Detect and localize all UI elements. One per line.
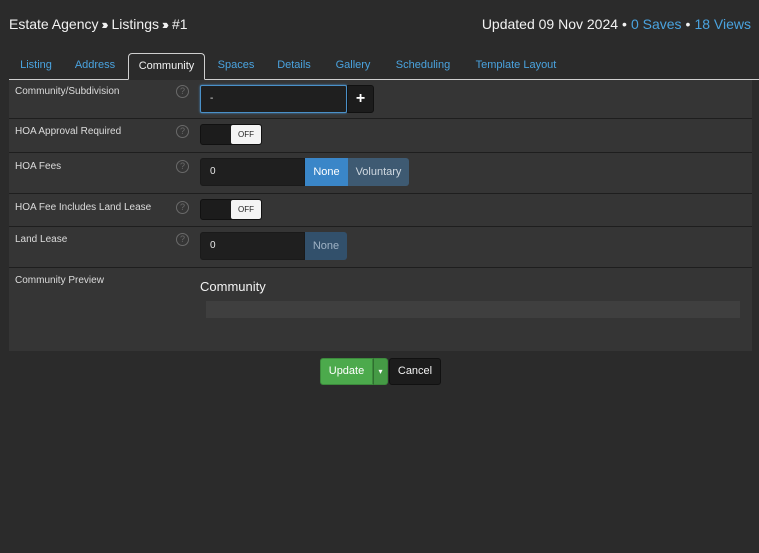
tab-bar: Listing Address Community Spaces Details…	[9, 53, 759, 80]
tab-scheduling[interactable]: Scheduling	[390, 53, 456, 78]
community-preview-title: Community	[200, 279, 266, 294]
cancel-button[interactable]: Cancel	[389, 358, 441, 385]
help-icon[interactable]: ?	[176, 85, 189, 98]
breadcrumb-section[interactable]: Listings	[112, 16, 159, 32]
bullet-separator: •	[622, 16, 627, 32]
help-icon[interactable]: ?	[176, 125, 189, 138]
help-icon[interactable]: ?	[176, 201, 189, 214]
community-row: Community/Subdivision ? - +	[9, 80, 752, 119]
hoa-approval-row: HOA Approval Required ? OFF	[9, 119, 752, 153]
hoa-land-lease-label: HOA Fee Includes Land Lease	[15, 202, 152, 213]
breadcrumb: Estate Agency ››› Listings ››› #1	[9, 16, 188, 32]
update-button[interactable]: Update	[320, 358, 373, 385]
hoa-approval-toggle[interactable]: OFF	[200, 124, 262, 145]
community-input[interactable]: -	[200, 85, 347, 113]
help-icon[interactable]: ?	[176, 160, 189, 173]
hoa-fees-input[interactable]: 0	[200, 158, 305, 186]
chevron-double-right-icon: ›››	[161, 17, 169, 32]
hoa-fees-row: HOA Fees ? 0 None Voluntary	[9, 153, 752, 194]
community-preview-label: Community Preview	[15, 275, 104, 286]
views-link[interactable]: 18 Views	[694, 16, 751, 32]
hoa-fees-option-voluntary[interactable]: Voluntary	[348, 158, 409, 186]
tab-gallery[interactable]: Gallery	[330, 53, 376, 78]
page-header: Estate Agency ››› Listings ››› #1 Updated 09…	[9, 14, 751, 36]
tab-address[interactable]: Address	[67, 53, 123, 78]
hoa-fees-label: HOA Fees	[15, 161, 62, 172]
land-lease-option-none[interactable]: None	[305, 232, 347, 260]
help-icon[interactable]: ?	[176, 233, 189, 246]
listing-meta: Updated 09 Nov 2024 • 0 Saves • 18 Views	[482, 16, 751, 32]
chevron-double-right-icon: ›››	[101, 17, 109, 32]
community-label: Community/Subdivision	[15, 86, 120, 97]
tab-template-layout[interactable]: Template Layout	[470, 53, 562, 78]
updated-date: Updated 09 Nov 2024	[481, 16, 619, 32]
add-community-button[interactable]: +	[347, 85, 374, 113]
tab-spaces[interactable]: Spaces	[211, 53, 261, 78]
bullet-separator: •	[685, 16, 691, 32]
hoa-fees-option-none[interactable]: None	[305, 158, 348, 186]
breadcrumb-root[interactable]: Estate Agency	[9, 16, 99, 32]
breadcrumb-item: #1	[171, 16, 188, 32]
community-form: Community/Subdivision ? - + HOA Approval…	[9, 80, 752, 351]
hoa-land-lease-toggle[interactable]: OFF	[200, 199, 262, 220]
hoa-land-lease-row: HOA Fee Includes Land Lease ? OFF	[9, 194, 752, 227]
tab-community[interactable]: Community	[128, 53, 205, 80]
toggle-state: OFF	[231, 200, 261, 219]
hoa-approval-label: HOA Approval Required	[15, 126, 122, 137]
tab-listing[interactable]: Listing	[9, 53, 63, 78]
toggle-state: OFF	[231, 125, 261, 144]
land-lease-input[interactable]: 0	[200, 232, 305, 260]
update-dropdown-caret-icon[interactable]: ▾	[373, 358, 388, 385]
land-lease-row: Land Lease ? 0 None	[9, 227, 752, 268]
tab-details[interactable]: Details	[271, 53, 317, 78]
community-preview-box	[206, 301, 740, 318]
land-lease-label: Land Lease	[15, 234, 68, 245]
saves-link[interactable]: 0 Saves	[631, 16, 682, 32]
